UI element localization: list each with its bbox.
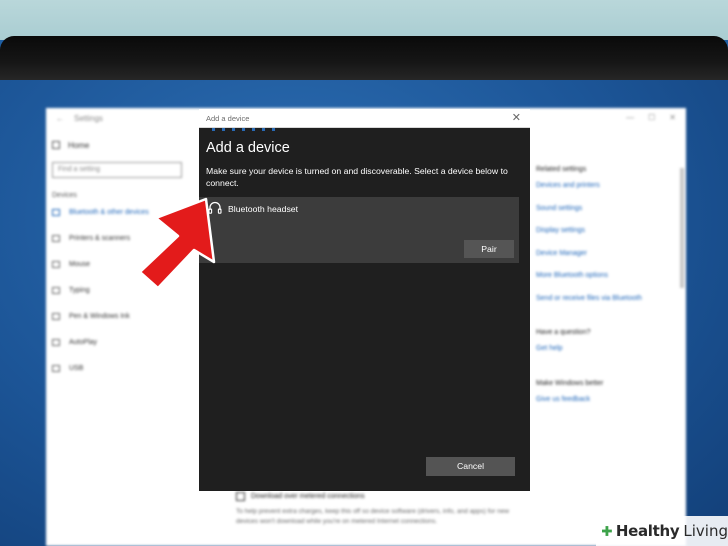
close-icon[interactable]: ✕ xyxy=(669,113,676,122)
add-device-dialog: Add a device ✕ Add a device Make sure yo… xyxy=(199,109,530,491)
cancel-button[interactable]: Cancel xyxy=(426,457,515,476)
search-input[interactable]: Find a setting xyxy=(52,162,182,178)
more-bluetooth-options-link[interactable]: More Bluetooth options xyxy=(536,272,676,295)
monitor-bezel xyxy=(0,36,728,84)
watermark-text-bold: Healthy xyxy=(615,522,680,540)
dialog-titlebar: Add a device ✕ xyxy=(199,109,530,128)
sidebar-item-label: AutoPlay xyxy=(69,338,98,346)
dialog-heading: Add a device xyxy=(206,140,290,156)
device-list-item[interactable]: Bluetooth headset Pair xyxy=(199,197,519,263)
printer-icon xyxy=(52,234,60,242)
pen-icon xyxy=(52,312,60,320)
minimize-icon[interactable]: — xyxy=(626,113,634,122)
red-arrow-annotation xyxy=(138,197,216,290)
give-feedback-link[interactable]: Give us feedback xyxy=(536,396,676,419)
sidebar-item-usb[interactable]: USB xyxy=(52,355,192,381)
device-name: Bluetooth headset xyxy=(228,204,299,214)
photo-background-top xyxy=(0,0,728,40)
bluetooth-devices-icon xyxy=(52,208,60,216)
metered-help-text: To help prevent extra charges, keep this… xyxy=(236,508,510,525)
dialog-description: Make sure your device is turned on and d… xyxy=(206,166,508,188)
metered-checkbox-row[interactable]: Download over metered connections xyxy=(236,492,516,501)
sound-settings-link[interactable]: Sound settings xyxy=(536,205,676,228)
scrollbar[interactable] xyxy=(680,168,684,288)
sidebar-item-home[interactable]: Home xyxy=(52,136,192,154)
close-icon[interactable]: ✕ xyxy=(512,111,521,124)
sidebar-item-label: Mouse xyxy=(69,260,91,268)
feedback-heading: Make Windows better xyxy=(536,379,604,387)
sidebar-item-label: Pen & Windows Ink xyxy=(69,312,130,320)
progress-dots xyxy=(212,128,282,131)
question-heading: Have a question? xyxy=(536,329,591,336)
sidebar-item-label: Typing xyxy=(69,286,90,294)
autoplay-icon xyxy=(52,338,60,346)
usb-icon xyxy=(52,364,60,372)
back-arrow-icon[interactable]: ← xyxy=(56,114,64,123)
settings-title: Settings xyxy=(74,113,103,123)
related-settings-panel: Related settings Devices and printers So… xyxy=(536,166,676,418)
metered-section: Download over metered connections To hel… xyxy=(236,492,516,527)
sidebar-item-autoplay[interactable]: AutoPlay xyxy=(52,329,192,355)
window-controls: — ☐ ✕ xyxy=(626,113,676,122)
related-settings-heading: Related settings xyxy=(536,166,587,173)
devices-and-printers-link[interactable]: Devices and printers xyxy=(536,182,676,205)
metered-checkbox-label: Download over metered connections xyxy=(251,493,365,500)
metered-checkbox[interactable] xyxy=(236,492,245,501)
mouse-icon xyxy=(52,260,60,268)
home-icon xyxy=(52,141,60,149)
sidebar-item-label: USB xyxy=(69,364,84,372)
plus-logo-icon xyxy=(602,526,612,536)
keyboard-icon xyxy=(52,286,60,294)
maximize-icon[interactable]: ☐ xyxy=(648,113,655,122)
watermark-text: Living xyxy=(683,522,728,540)
sidebar-item-label: Home xyxy=(68,140,90,150)
display-settings-link[interactable]: Display settings xyxy=(536,227,676,250)
get-help-link[interactable]: Get help xyxy=(536,345,676,368)
pair-button[interactable]: Pair xyxy=(464,240,514,258)
healthy-living-watermark: Healthy Living xyxy=(596,516,728,546)
send-receive-bluetooth-link[interactable]: Send or receive files via Bluetooth xyxy=(536,295,676,318)
sidebar-item-pen[interactable]: Pen & Windows Ink xyxy=(52,303,192,329)
dialog-title: Add a device xyxy=(206,114,250,123)
device-manager-link[interactable]: Device Manager xyxy=(536,250,676,273)
